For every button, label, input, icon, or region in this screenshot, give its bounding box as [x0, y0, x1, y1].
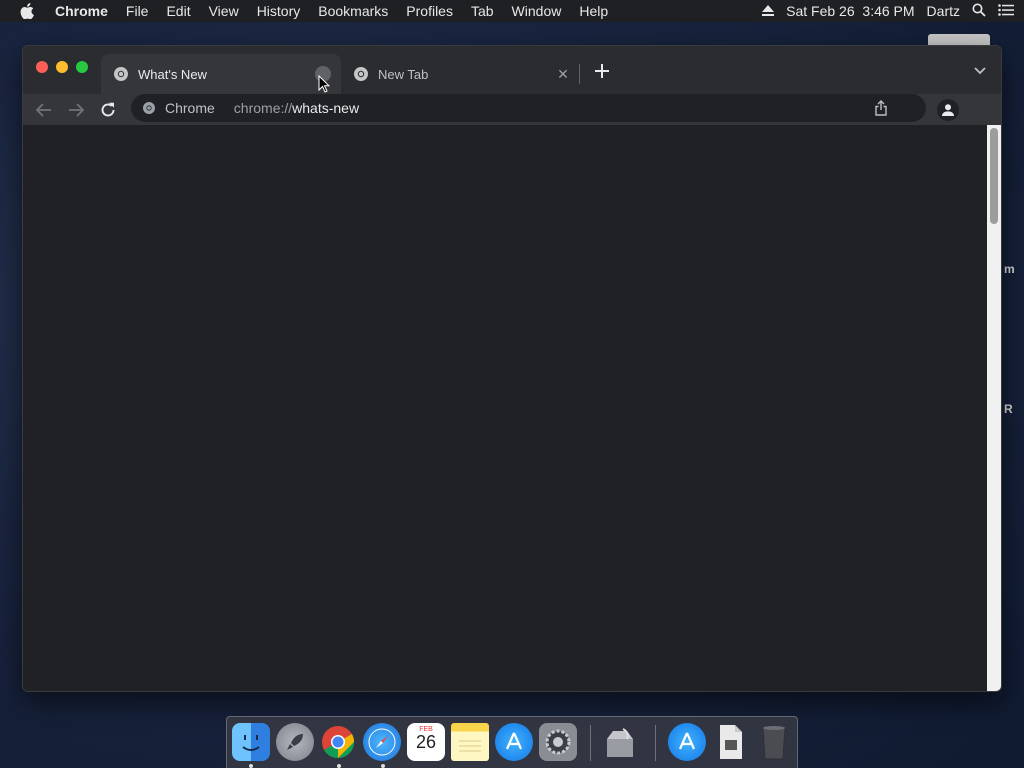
chrome-logo-icon [322, 726, 355, 759]
notes-icon[interactable] [451, 723, 489, 761]
gear-icon [545, 729, 571, 755]
dock: FEB 26 [226, 716, 798, 768]
chrome-window: What's New New Tab ✕ Chrome chrome://wha… [22, 45, 1002, 692]
archive-utility-icon[interactable] [601, 723, 639, 761]
running-indicator [381, 764, 385, 768]
tab-whats-new[interactable]: What's New [101, 54, 341, 94]
running-indicator [337, 764, 341, 768]
site-chip-label: Chrome [165, 100, 215, 116]
menu-file[interactable]: File [117, 3, 158, 19]
close-window-button[interactable] [36, 61, 48, 73]
finder-icon[interactable] [232, 723, 270, 761]
launchpad-icon[interactable] [276, 723, 314, 761]
menu-profiles[interactable]: Profiles [397, 3, 462, 19]
url-text[interactable]: chrome://whats-new [234, 100, 359, 116]
profile-button[interactable] [937, 99, 959, 121]
safari-icon[interactable] [363, 723, 401, 761]
menu-window[interactable]: Window [503, 3, 571, 19]
calendar-icon[interactable]: FEB 26 [407, 723, 445, 761]
forward-button[interactable] [64, 98, 88, 122]
chrome-favicon-icon [354, 67, 368, 81]
zoom-window-button[interactable] [76, 61, 88, 73]
back-button[interactable] [32, 98, 56, 122]
compass-icon [368, 728, 396, 756]
system-preferences-icon[interactable] [539, 723, 577, 761]
desktop-label: m [1004, 262, 1015, 276]
running-indicator [249, 764, 253, 768]
menu-view[interactable]: View [200, 3, 248, 19]
calendar-day: 26 [415, 732, 437, 752]
spotlight-icon[interactable] [972, 3, 986, 20]
scrollbar-thumb[interactable] [990, 128, 998, 224]
url-host: whats-new [292, 100, 360, 116]
menu-tab[interactable]: Tab [462, 3, 503, 19]
dock-separator [590, 725, 591, 761]
applications-folder-icon[interactable] [668, 723, 706, 761]
clock[interactable]: Sat Feb 26 3:46 PM [786, 3, 914, 19]
finder-face-icon [242, 735, 260, 751]
url-scheme: chrome:// [233, 100, 293, 116]
documents-stack-icon[interactable] [712, 723, 750, 761]
tab-search-button[interactable] [971, 62, 989, 80]
app-store-icon[interactable] [495, 723, 533, 761]
reload-icon [101, 102, 115, 117]
plus-icon [595, 64, 609, 78]
trash-icon[interactable] [755, 723, 793, 761]
box-icon [607, 728, 633, 757]
minimize-window-button[interactable] [56, 61, 68, 73]
notification-center-icon[interactable] [998, 3, 1014, 19]
desktop-label: R [1004, 402, 1013, 416]
rocket-icon [287, 734, 303, 750]
menu-bookmarks[interactable]: Bookmarks [309, 3, 397, 19]
menu-bar: Chrome File Edit View History Bookmarks … [0, 0, 1024, 22]
reload-button[interactable] [96, 98, 120, 122]
menu-history[interactable]: History [248, 3, 310, 19]
app-store-a-icon [505, 732, 523, 750]
notes-lines-icon [459, 740, 481, 752]
app-store-a-icon [678, 732, 696, 750]
arrow-right-icon [69, 103, 84, 117]
menu-help[interactable]: Help [570, 3, 617, 19]
person-icon [942, 104, 954, 116]
arrow-left-icon [36, 103, 51, 117]
page-content[interactable] [23, 125, 988, 691]
menu-edit[interactable]: Edit [157, 3, 199, 19]
chrome-favicon-icon [114, 67, 128, 81]
share-icon[interactable] [874, 100, 888, 116]
user-name[interactable]: Dartz [927, 3, 960, 19]
trash-can-icon [762, 726, 786, 760]
tab-close-icon[interactable]: ✕ [555, 66, 571, 82]
tab-separator [579, 64, 580, 84]
chrome-site-icon[interactable] [142, 101, 156, 115]
omnibox[interactable]: Chrome chrome://whats-new [131, 94, 926, 122]
tab-title: What's New [138, 66, 207, 82]
apple-icon[interactable] [18, 2, 36, 20]
document-icon [720, 725, 742, 759]
toolbar: Chrome chrome://whats-new [23, 94, 1001, 126]
menu-chrome[interactable]: Chrome [46, 3, 117, 19]
chrome-icon[interactable] [319, 723, 357, 761]
new-tab-button[interactable] [591, 60, 613, 82]
chevron-down-icon [974, 67, 986, 75]
tab-title: New Tab [378, 66, 429, 82]
mouse-cursor-icon [318, 75, 330, 93]
dock-separator [655, 725, 656, 761]
eject-icon[interactable] [762, 3, 775, 19]
tab-strip: What's New New Tab ✕ [23, 46, 1001, 94]
tab-new-tab[interactable]: New Tab ✕ [341, 54, 581, 94]
